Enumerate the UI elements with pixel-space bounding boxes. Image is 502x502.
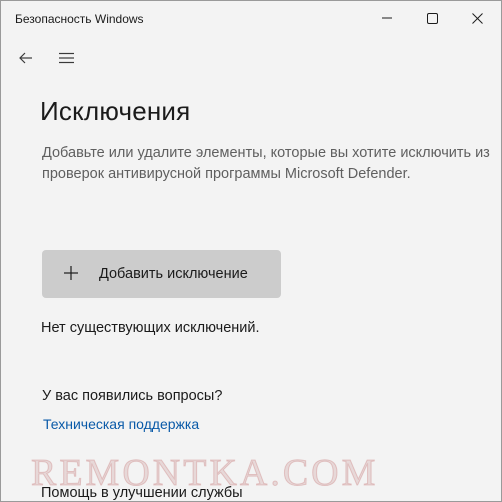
improve-service-heading: Помощь в улучшении службы <box>41 485 243 501</box>
description-line-2: проверок антивирусной программы Microsof… <box>42 166 411 182</box>
back-button[interactable] <box>13 45 39 71</box>
empty-state-text: Нет существующих исключений. <box>41 320 260 336</box>
minimize-icon <box>382 17 392 19</box>
hamburger-menu-icon <box>58 52 74 64</box>
close-icon <box>471 12 483 24</box>
page-title: Исключения <box>40 96 191 126</box>
window-title: Безопасность Windows <box>15 12 144 26</box>
add-exclusion-label: Добавить исключение <box>99 266 248 282</box>
title-bar: Безопасность Windows <box>1 1 501 35</box>
maximize-icon <box>426 12 438 24</box>
menu-button[interactable] <box>53 45 79 71</box>
maximize-button[interactable] <box>410 1 454 35</box>
minimize-button[interactable] <box>365 1 409 35</box>
technical-support-link[interactable]: Техническая поддержка <box>43 416 199 432</box>
arrow-left-icon <box>19 52 32 64</box>
add-exclusion-button[interactable]: Добавить исключение <box>42 250 281 298</box>
questions-heading: У вас появились вопросы? <box>42 388 223 404</box>
page-description: Добавьте или удалите элементы, которые в… <box>42 143 501 185</box>
close-button[interactable] <box>455 1 499 35</box>
plus-icon <box>64 266 78 280</box>
description-line-1: Добавьте или удалите элементы, которые в… <box>42 145 490 161</box>
app-window: Безопасность Windows Исключения Добавьте… <box>0 0 502 502</box>
